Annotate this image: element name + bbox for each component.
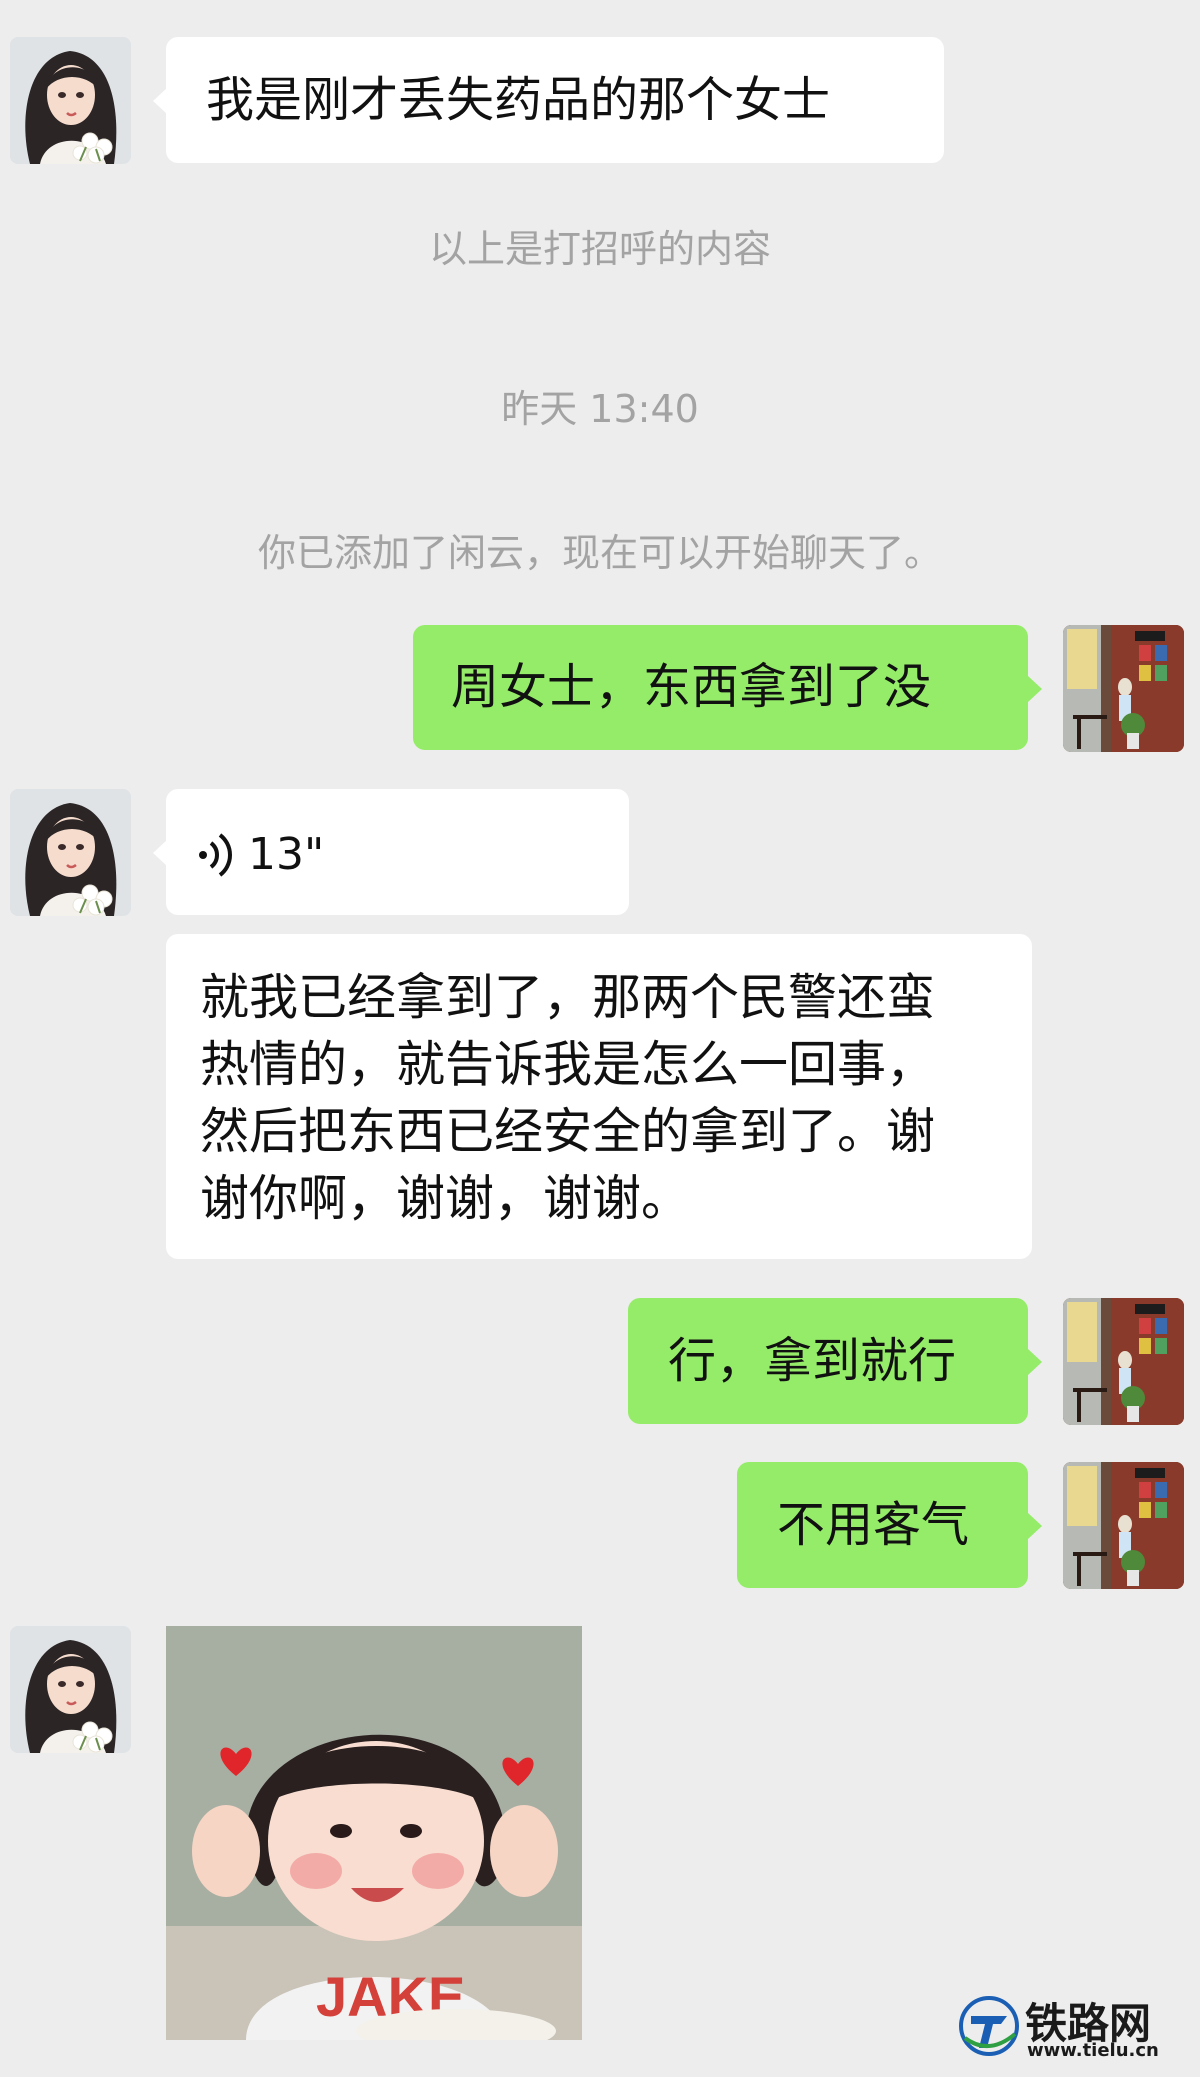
child-sticker: JAKE xyxy=(166,1626,582,2040)
greeting-note: 以上是打招呼的内容 xyxy=(428,227,771,271)
bubble-tail xyxy=(153,88,167,114)
contact-avatar[interactable] xyxy=(10,789,131,916)
my-avatar[interactable] xyxy=(1063,1462,1184,1589)
avatar-image xyxy=(1063,625,1184,752)
bubble-tail xyxy=(153,840,167,866)
avatar-image xyxy=(1063,1298,1184,1425)
site-watermark: 铁路网 www.tielu.cn xyxy=(957,1990,1189,2062)
contact-avatar[interactable] xyxy=(10,37,131,164)
avatar-image xyxy=(10,789,131,916)
transcription-bubble[interactable]: 就我已经拿到了，那两个民警还蛮 热情的，就告诉我是怎么一回事， 然后把东西已经安… xyxy=(166,934,1032,1259)
message-text: 我是刚才丢失药品的那个女士 xyxy=(206,72,831,128)
incoming-message-bubble[interactable]: 我是刚才丢失药品的那个女士 xyxy=(166,37,944,163)
timestamp: 昨天 13:40 xyxy=(501,387,699,431)
message-text: 不用客气 xyxy=(777,1497,970,1553)
voice-duration: 13" xyxy=(248,829,325,880)
contact-avatar[interactable] xyxy=(10,1626,131,1753)
voice-message-bubble[interactable]: 13" xyxy=(166,789,629,915)
voice-icon xyxy=(199,833,232,877)
sticker-image[interactable]: JAKE xyxy=(166,1626,582,2040)
message-line: 谢你啊，谢谢，谢谢。 xyxy=(200,1170,691,1227)
bubble-tail xyxy=(1028,1513,1042,1539)
my-avatar[interactable] xyxy=(1063,1298,1184,1425)
rail-logo-icon xyxy=(959,1996,1019,2056)
my-avatar[interactable] xyxy=(1063,625,1184,752)
avatar-image xyxy=(1063,1462,1184,1589)
friend-added-notice: 你已添加了闲云，现在可以开始聊天了。 xyxy=(257,531,942,575)
message-text: 周女士，东西拿到了没 xyxy=(451,659,932,715)
message-line: 热情的，就告诉我是怎么一回事， xyxy=(200,1036,936,1093)
message-text: 行，拿到就行 xyxy=(668,1333,957,1389)
avatar-image xyxy=(10,37,131,164)
bubble-tail xyxy=(1028,676,1042,702)
outgoing-message-bubble[interactable]: 不用客气 xyxy=(737,1462,1028,1588)
watermark-url: www.tielu.cn xyxy=(1027,2040,1159,2061)
message-line: 然后把东西已经安全的拿到了。谢 xyxy=(200,1103,936,1160)
bubble-tail xyxy=(1028,1349,1042,1375)
message-line: 就我已经拿到了，那两个民警还蛮 xyxy=(200,969,936,1026)
outgoing-message-bubble[interactable]: 周女士，东西拿到了没 xyxy=(413,625,1028,750)
outgoing-message-bubble[interactable]: 行，拿到就行 xyxy=(628,1298,1028,1424)
avatar-image xyxy=(10,1626,131,1753)
